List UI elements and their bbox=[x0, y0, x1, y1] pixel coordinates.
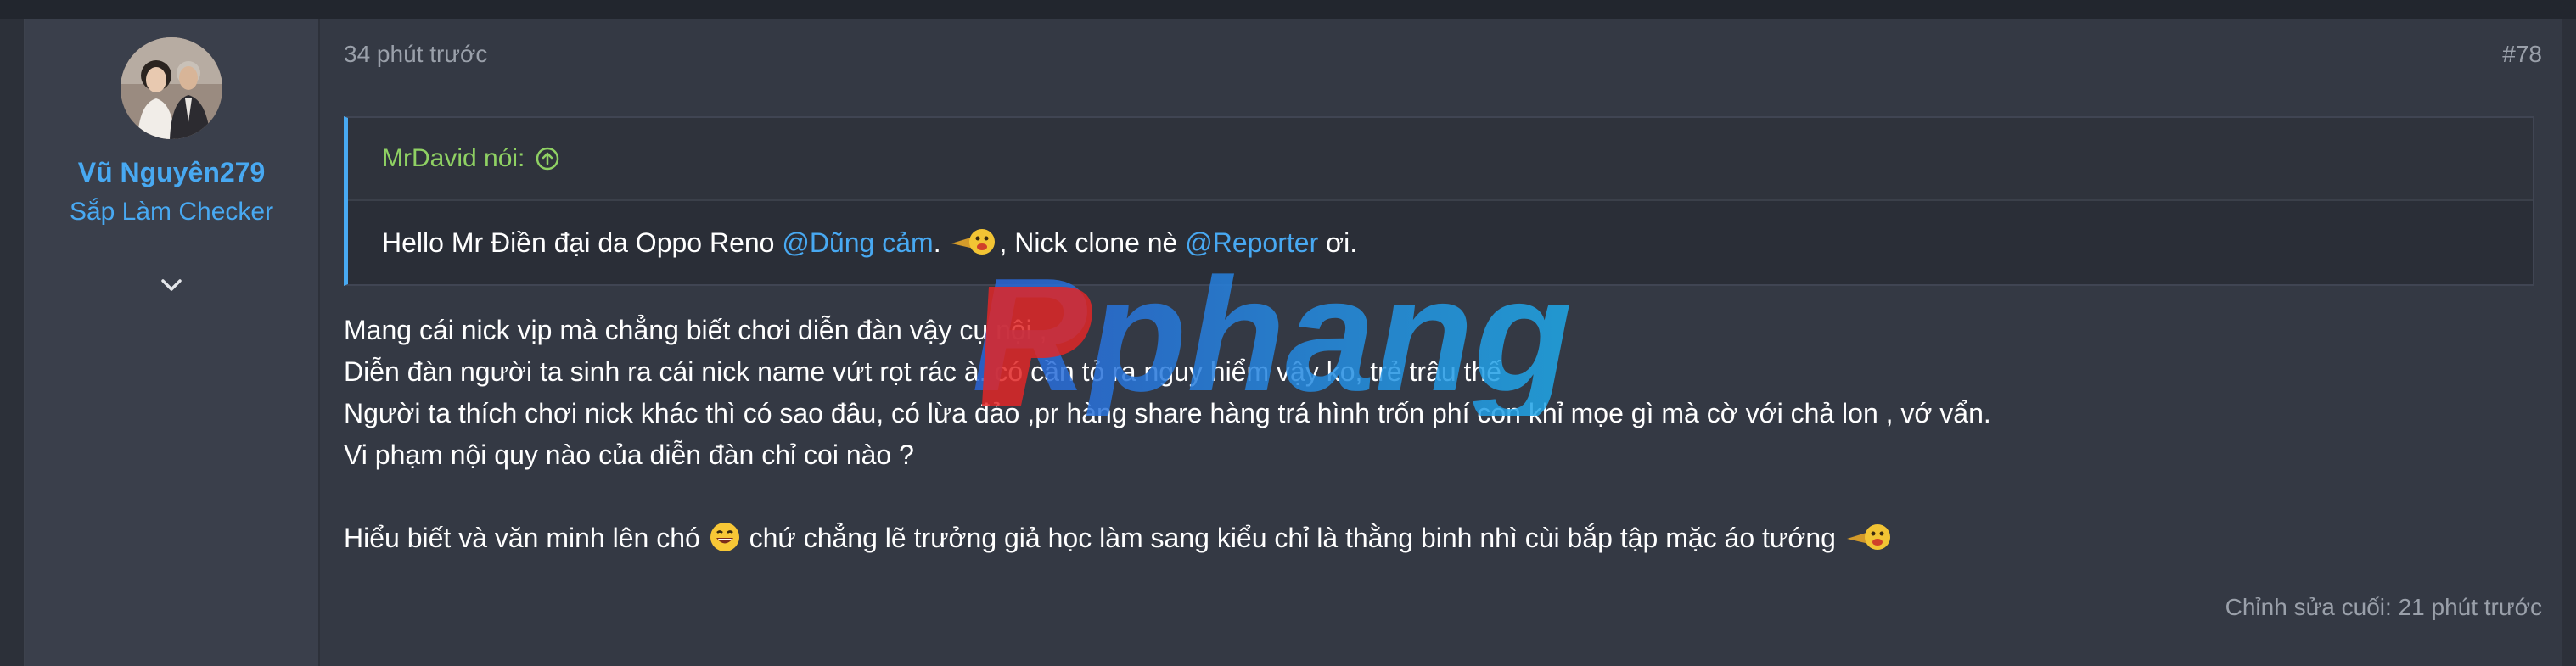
chevron-down-icon bbox=[161, 279, 182, 291]
quote-block: MrDavid nói: Hello Mr Điền đại da Oppo R… bbox=[344, 116, 2534, 286]
trumpet-smiley-icon bbox=[1844, 520, 1894, 566]
quote-text: Hello Mr Điền đại da Oppo Reno @Dũng cảm… bbox=[348, 201, 2533, 266]
post-timestamp[interactable]: 34 phút trước bbox=[344, 41, 487, 68]
trumpet-smiley-icon bbox=[948, 225, 999, 266]
last-edited-label[interactable]: Chỉnh sửa cuối: 21 phút trước bbox=[2225, 594, 2542, 621]
expand-user-info-button[interactable] bbox=[156, 270, 187, 300]
post-line: Diễn đàn người ta sinh ra cái nick name … bbox=[344, 356, 1502, 387]
quote-text-segment: , Nick clone nè bbox=[999, 227, 1186, 258]
quote-header: MrDavid nói: bbox=[348, 118, 2533, 201]
avatar[interactable] bbox=[121, 37, 222, 139]
post-line-final: Hiểu biết và văn minh lên chó chứ chẳng … bbox=[344, 518, 1991, 559]
grinning-face-icon bbox=[708, 520, 742, 566]
user-title: Sắp Làm Checker bbox=[69, 198, 274, 226]
avatar-image bbox=[121, 37, 222, 139]
quote-text-segment: . bbox=[933, 227, 941, 258]
arrow-up-circle-icon[interactable] bbox=[535, 146, 560, 171]
quote-author-link[interactable]: MrDavid nói: bbox=[382, 144, 525, 173]
post-line: Người ta thích chơi nick khác thì có sao… bbox=[344, 398, 1991, 428]
mention-link[interactable]: @Reporter bbox=[1185, 227, 1318, 258]
post-line-segment: chứ chẳng lẽ trưởng giả học làm sang kiể… bbox=[741, 523, 1844, 553]
quote-text-segment: Hello Mr Điền đại da Oppo Reno bbox=[382, 227, 783, 258]
post-content: 34 phút trước #78 MrDavid nói: Hello Mr … bbox=[318, 19, 2562, 666]
username-link[interactable]: Vũ Nguyên279 bbox=[25, 157, 318, 188]
post-line: Vi phạm nội quy nào của diễn đàn chỉ coi… bbox=[344, 439, 914, 470]
post-body: Mang cái nick vịp mà chẳng biết chơi diễ… bbox=[344, 310, 1991, 559]
mention-link[interactable]: @Dũng cảm bbox=[782, 227, 933, 258]
quote-text-segment: ơi. bbox=[1318, 227, 1358, 258]
post-line-segment: Hiểu biết và văn minh lên chó bbox=[344, 523, 708, 553]
post-line: Mang cái nick vịp mà chẳng biết chơi diễ… bbox=[344, 315, 1047, 345]
user-info-panel: Vũ Nguyên279 Sắp Làm Checker bbox=[25, 19, 320, 666]
top-bar bbox=[0, 0, 2576, 19]
forum-post: Vũ Nguyên279 Sắp Làm Checker 34 phút trư… bbox=[24, 19, 2562, 666]
post-number-link[interactable]: #78 bbox=[2502, 41, 2542, 68]
